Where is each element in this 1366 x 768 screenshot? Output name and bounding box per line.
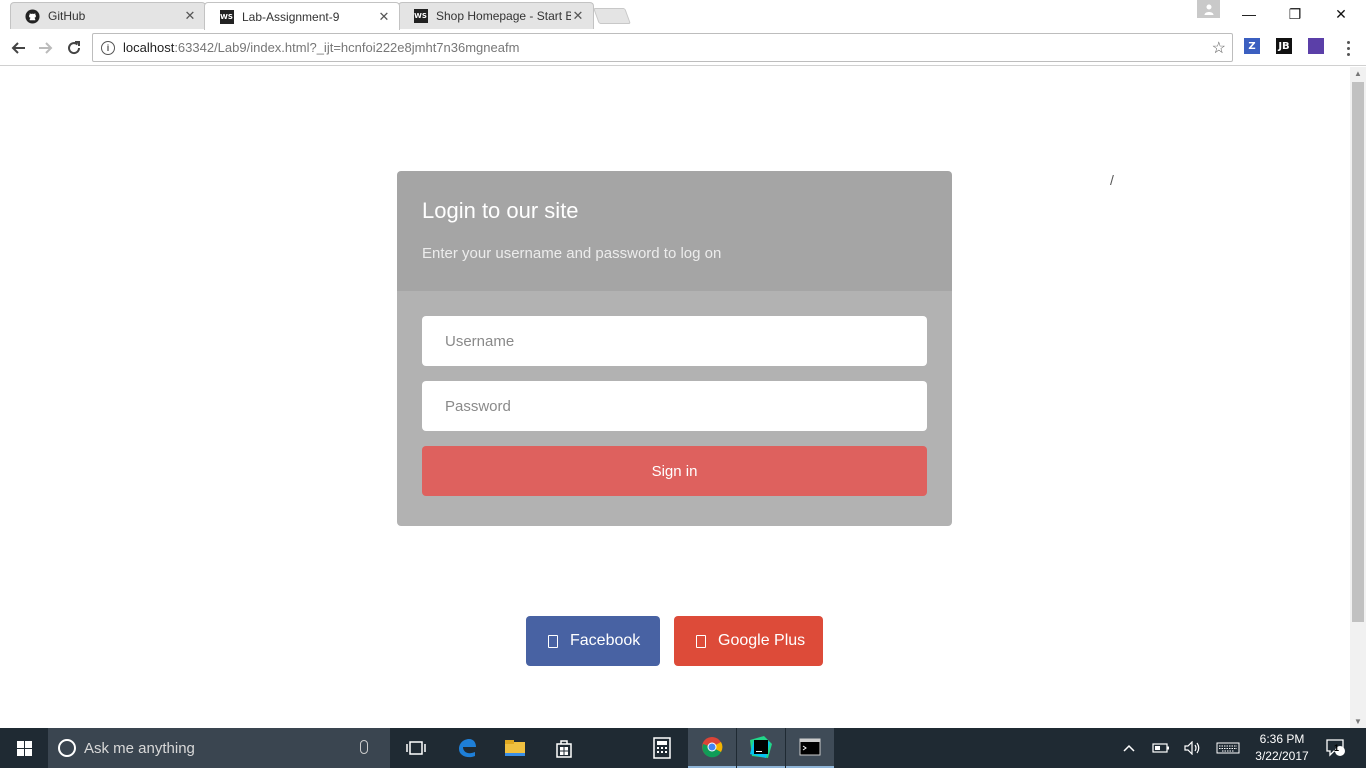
login-form: Login to our site Enter your username an… — [397, 171, 952, 526]
tab-title: GitHub — [48, 9, 86, 23]
keyboard-icon[interactable] — [1214, 728, 1242, 768]
chrome-menu-icon[interactable] — [1340, 37, 1356, 59]
file-explorer-icon[interactable] — [491, 728, 539, 768]
password-input[interactable] — [422, 381, 927, 431]
notification-count: 1 — [1334, 743, 1340, 753]
tab-shop-homepage[interactable]: WS Shop Homepage - Start B ✕ — [398, 2, 594, 29]
windows-logo-icon — [16, 740, 32, 756]
jetbrains-extension-icon[interactable]: JB — [1276, 38, 1292, 54]
tab-title: Shop Homepage - Start B — [436, 9, 571, 23]
new-tab-button[interactable] — [593, 8, 631, 24]
forward-arrow-icon — [39, 42, 53, 54]
cortana-search-box[interactable]: Ask me anything — [48, 728, 390, 768]
facebook-button[interactable]: Facebook — [526, 616, 660, 666]
google-plus-button[interactable]: Google Plus — [674, 616, 823, 666]
bookmark-star-icon[interactable]: ☆ — [1212, 38, 1226, 58]
command-prompt-icon[interactable] — [786, 728, 834, 768]
scroll-down-arrow-icon[interactable]: ▼ — [1354, 717, 1362, 726]
reload-button[interactable] — [62, 36, 86, 60]
webstorm-icon: WS — [219, 9, 234, 24]
show-hidden-icons-chevron-icon[interactable] — [1120, 728, 1138, 768]
edge-browser-icon[interactable] — [443, 728, 491, 768]
browser-tabstrip: GitHub ✕ WS Lab-Assignment-9 ✕ WS Shop H… — [0, 0, 1366, 30]
stray-slash-text: / — [1110, 172, 1114, 188]
site-info-icon[interactable]: i — [101, 40, 115, 55]
reload-icon — [68, 41, 81, 55]
start-button[interactable] — [0, 728, 48, 768]
page-viewport: / Login to our site Enter your username … — [0, 67, 1350, 728]
scrollbar-thumb[interactable] — [1352, 82, 1364, 622]
chrome-taskbar-icon[interactable] — [688, 728, 736, 768]
vertical-scrollbar[interactable]: ▲ ▼ — [1350, 67, 1366, 728]
search-placeholder: Ask me anything — [84, 739, 195, 757]
person-icon — [1204, 4, 1213, 15]
tab-close-icon[interactable]: ✕ — [377, 9, 391, 25]
webstorm-icon: WS — [413, 9, 428, 24]
scroll-up-arrow-icon[interactable]: ▲ — [1354, 69, 1362, 78]
back-button[interactable] — [6, 36, 30, 60]
store-icon[interactable] — [540, 728, 588, 768]
back-arrow-icon — [11, 42, 25, 54]
tab-lab-assignment[interactable]: WS Lab-Assignment-9 ✕ — [204, 2, 400, 30]
webstorm-logo: WS — [219, 9, 234, 24]
username-input[interactable] — [422, 316, 927, 366]
tab-github[interactable]: GitHub ✕ — [10, 2, 206, 29]
restore-button[interactable]: ❐ — [1272, 0, 1318, 28]
facebook-icon — [548, 634, 558, 648]
login-header: Login to our site Enter your username an… — [397, 171, 952, 291]
microphone-icon[interactable] — [360, 740, 368, 754]
battery-icon[interactable] — [1150, 728, 1172, 768]
minimize-button[interactable]: — — [1226, 0, 1272, 28]
clock-date: 3/22/2017 — [1255, 749, 1309, 763]
login-body: Sign in — [397, 291, 952, 526]
url-host: localhost — [123, 40, 175, 55]
login-title: Login to our site — [422, 198, 579, 223]
z-extension-icon[interactable]: Z — [1244, 38, 1260, 54]
url-path: :63342/Lab9/index.html?_ijt=hcnfoi222e8j… — [174, 40, 520, 55]
tab-title: Lab-Assignment-9 — [242, 9, 340, 24]
cortana-icon — [58, 739, 76, 757]
facebook-label: Facebook — [570, 632, 641, 649]
forward-button[interactable] — [34, 36, 58, 60]
sign-in-button[interactable]: Sign in — [422, 446, 927, 496]
volume-icon[interactable] — [1182, 728, 1204, 768]
action-center-icon[interactable]: 1 — [1322, 728, 1350, 768]
calculator-icon[interactable] — [638, 728, 686, 768]
task-view-icon[interactable] — [392, 728, 440, 768]
profile-button[interactable] — [1197, 0, 1220, 18]
webstorm-taskbar-icon[interactable] — [737, 728, 785, 768]
github-icon — [25, 8, 40, 24]
browser-toolbar: i localhost:63342/Lab9/index.html?_ijt=h… — [0, 30, 1366, 66]
google-plus-icon — [696, 634, 706, 648]
clock-time: 6:36 PM — [1259, 732, 1305, 746]
login-subtitle: Enter your username and password to log … — [422, 245, 722, 262]
tab-close-icon[interactable]: ✕ — [183, 8, 197, 24]
windows-taskbar: Ask me anything 6:36 PM 3/22/2017 1 — [0, 728, 1366, 768]
tab-close-icon[interactable]: ✕ — [571, 8, 585, 24]
taskbar-clock[interactable]: 6:36 PM 3/22/2017 — [1250, 731, 1314, 765]
google-plus-label: Google Plus — [718, 632, 806, 649]
webstorm-logo: WS — [413, 9, 428, 23]
address-bar[interactable]: i localhost:63342/Lab9/index.html?_ijt=h… — [92, 33, 1233, 62]
close-window-button[interactable]: ✕ — [1318, 0, 1364, 28]
purple-extension-icon[interactable] — [1308, 38, 1324, 54]
